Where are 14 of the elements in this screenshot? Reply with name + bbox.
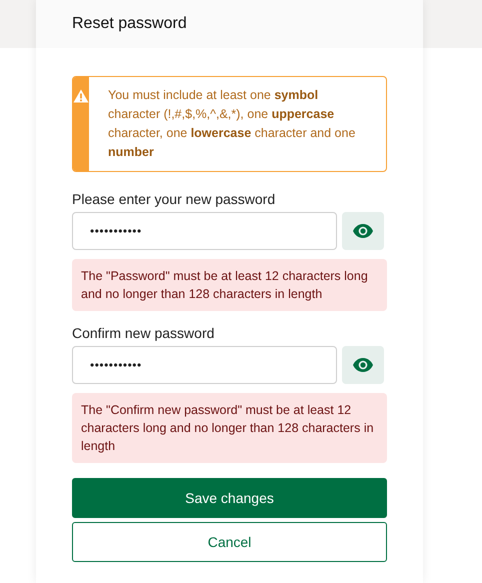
show-password-button[interactable] [342,346,384,384]
notice-text: You must include at least one symbol character (!,#,$,%,^,&,*), one uppercase character, one lowercase character and one number [107,87,356,161]
password-field[interactable]: ••••••••••• [72,346,337,384]
save-button[interactable]: Save changes [72,478,387,518]
eye-icon [352,223,374,239]
field-label: Confirm new password [72,325,216,341]
dialog-title: Reset password [72,15,187,33]
error-message: The "Confirm new password" must be at least 12 characters long and no longer than 128 characters in length [72,393,387,463]
cancel-button[interactable]: Cancel [72,522,387,562]
eye-icon [352,357,374,373]
password-field[interactable]: ••••••••••• [72,212,337,250]
error-message: The "Password" must be at least 12 characters long and no longer than 128 characters in length [72,259,387,311]
show-password-button[interactable] [342,212,384,250]
field-label: Please enter your new password [72,191,276,207]
